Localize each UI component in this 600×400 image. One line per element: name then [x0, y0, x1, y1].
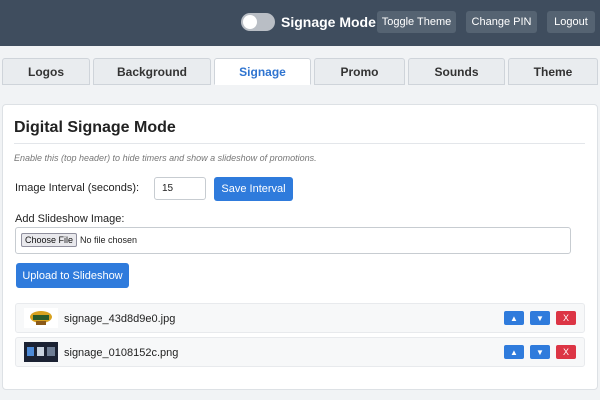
arrow-up-icon: ▲: [510, 347, 518, 357]
add-image-label: Add Slideshow Image:: [15, 213, 125, 225]
delete-slide-button[interactable]: X: [556, 311, 576, 325]
signage-description: Enable this (top header) to hide timers …: [14, 153, 317, 163]
upload-button[interactable]: Upload to Slideshow: [16, 263, 129, 288]
tab-logos[interactable]: Logos: [2, 58, 90, 85]
arrow-down-icon: ▼: [536, 347, 544, 357]
slide-thumbnail: [24, 308, 58, 328]
interval-input[interactable]: [154, 177, 206, 200]
interval-label: Image Interval (seconds):: [15, 182, 140, 194]
signage-mode-label: Signage Mode: [281, 14, 376, 30]
tab-promo[interactable]: Promo: [314, 58, 405, 85]
move-down-button[interactable]: ▼: [530, 345, 550, 359]
tab-theme[interactable]: Theme: [508, 58, 598, 85]
delete-slide-button[interactable]: X: [556, 345, 576, 359]
title-divider: [14, 143, 585, 144]
close-icon: X: [562, 313, 569, 323]
move-up-button[interactable]: ▲: [504, 311, 524, 325]
move-down-button[interactable]: ▼: [530, 311, 550, 325]
file-status: No file chosen: [80, 235, 138, 245]
save-interval-button[interactable]: Save Interval: [214, 177, 293, 201]
signage-mode-toggle[interactable]: [241, 13, 275, 31]
tab-background[interactable]: Background: [93, 58, 211, 85]
move-up-button[interactable]: ▲: [504, 345, 524, 359]
close-icon: X: [562, 347, 569, 357]
toggle-theme-button[interactable]: Toggle Theme: [377, 11, 456, 33]
slide-filename: signage_0108152c.png: [64, 347, 179, 359]
toggle-knob: [243, 15, 257, 29]
page-title: Digital Signage Mode: [14, 119, 176, 136]
tab-signage[interactable]: Signage: [214, 58, 311, 85]
tab-sounds[interactable]: Sounds: [408, 58, 505, 85]
slide-filename: signage_43d8d9e0.jpg: [64, 313, 176, 325]
arrow-down-icon: ▼: [536, 313, 544, 323]
slide-row: signage_43d8d9e0.jpg ▲ ▼ X: [15, 303, 585, 333]
change-pin-button[interactable]: Change PIN: [466, 11, 537, 33]
slide-thumbnail: [24, 342, 58, 362]
arrow-up-icon: ▲: [510, 313, 518, 323]
logout-button[interactable]: Logout: [547, 11, 595, 33]
slide-row: signage_0108152c.png ▲ ▼ X: [15, 337, 585, 367]
choose-file-button[interactable]: Choose File: [21, 233, 77, 247]
